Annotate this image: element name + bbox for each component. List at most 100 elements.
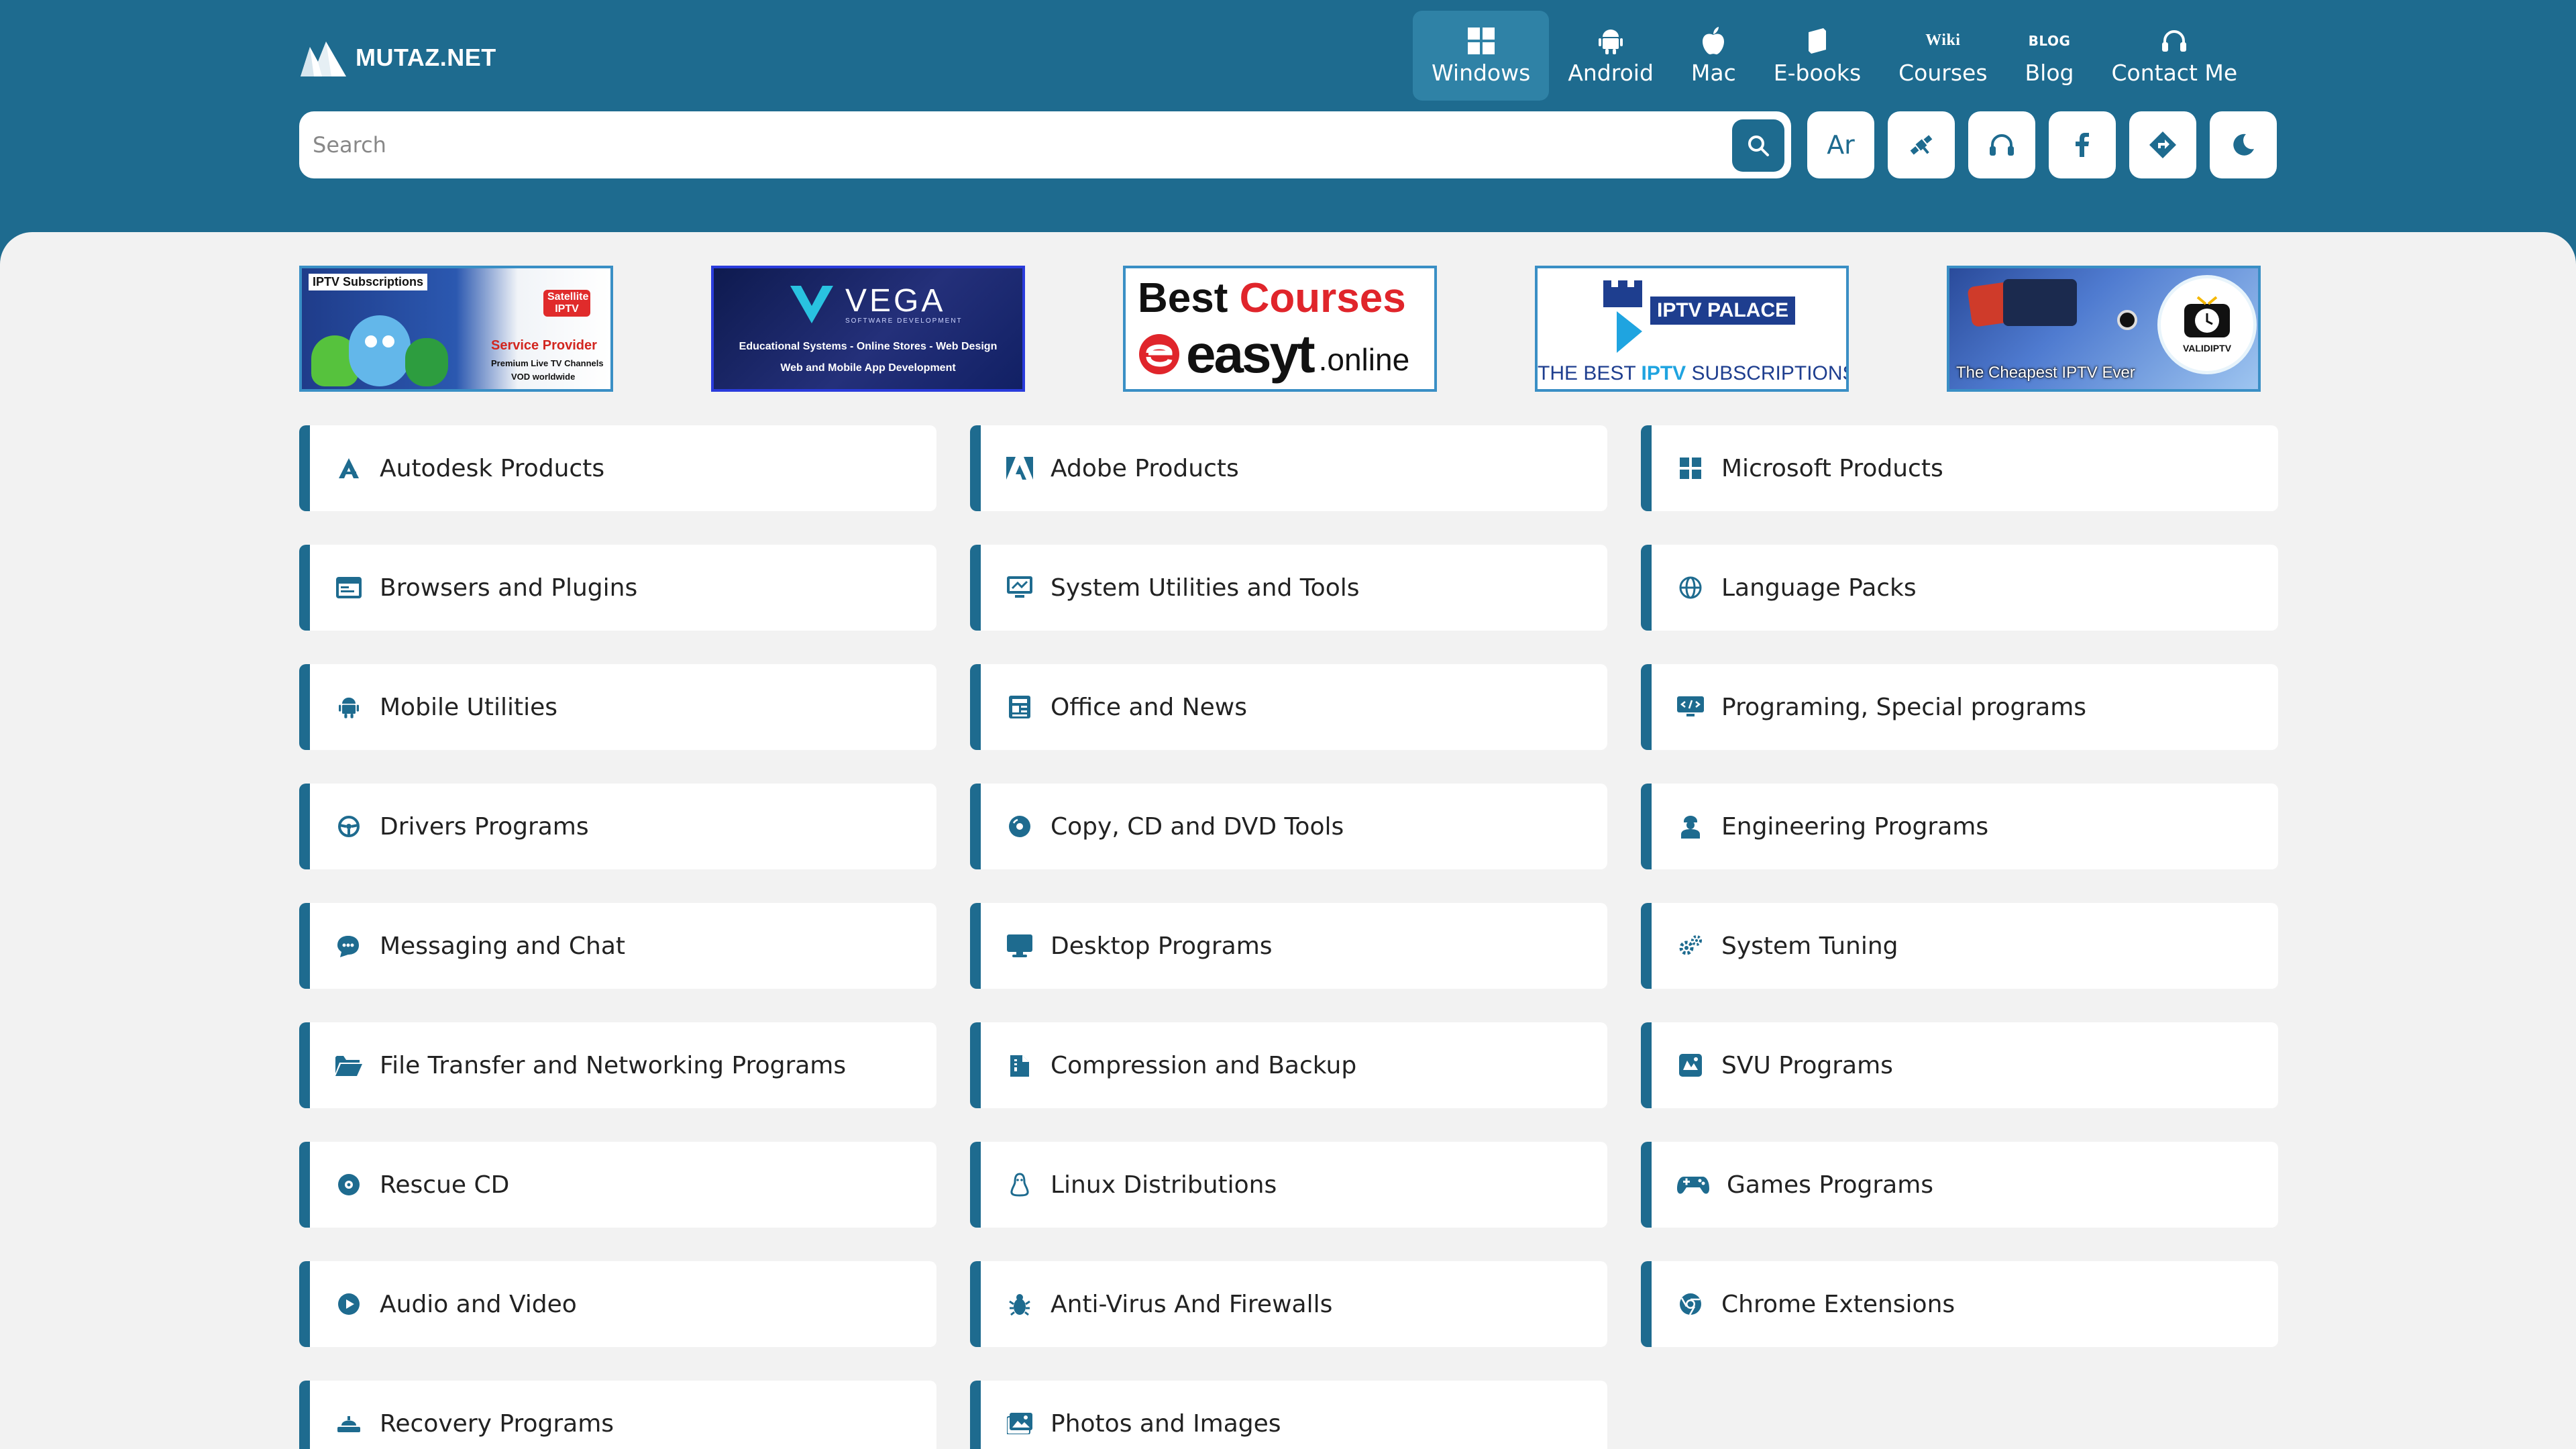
search-button[interactable] [1732,119,1784,172]
category-label: Copy, CD and DVD Tools [1051,812,1344,841]
search-input[interactable] [313,132,1654,158]
easyt-courses: Courses [1239,275,1406,321]
banner-headline: Service Provider [491,338,597,353]
iptv-palace-logo: IPTV PALACE [1598,278,1796,357]
category-label: System Utilities and Tools [1051,574,1360,602]
monitor-tools-icon [1006,574,1033,601]
category-microsoft-products[interactable]: Microsoft Products [1641,425,2278,511]
category-label: Desktop Programs [1051,932,1273,960]
vega-logo-icon [790,286,833,323]
nav-courses[interactable]: Wiki Courses [1880,11,2006,101]
category-compression-and-backup[interactable]: Compression and Backup [970,1022,1607,1108]
category-label: Microsoft Products [1721,454,1943,482]
nav-label: E-books [1773,59,1862,86]
nav-label: Blog [2025,59,2074,86]
category-linux-distributions[interactable]: Linux Distributions [970,1142,1607,1228]
support-button[interactable] [1968,111,2035,178]
book-icon [1806,26,1829,56]
blog-icon: BLOG [2029,26,2071,56]
category-programing-special-programs[interactable]: Programing, Special programs [1641,664,2278,750]
main-nav: Windows Android Mac E-books Wiki Courses [1413,11,2256,101]
logo-mountain-icon [301,42,346,76]
facebook-button[interactable] [2049,111,2116,178]
compact-disc-icon [335,1171,362,1198]
wiki-icon-text: Wiki [1925,32,1961,49]
wiki-icon: Wiki [1925,26,1960,56]
header-actions: Ar [1807,111,2277,178]
category-chrome-extensions[interactable]: Chrome Extensions [1641,1261,2278,1347]
category-engineering-programs[interactable]: Engineering Programs [1641,784,2278,869]
nav-ebooks[interactable]: E-books [1755,11,1880,101]
category-rescue-cd[interactable]: Rescue CD [299,1142,936,1228]
category-label: Browsers and Plugins [380,574,638,602]
category-anti-virus-and-firewalls[interactable]: Anti-Virus And Firewalls [970,1261,1607,1347]
play-circle-icon [335,1291,362,1318]
language-label: Ar [1827,130,1855,160]
category-svu-programs[interactable]: SVU Programs [1641,1022,2278,1108]
windows-icon [1677,455,1704,482]
category-office-and-news[interactable]: Office and News [970,664,1607,750]
tv-clock-icon [2184,296,2230,337]
nav-android[interactable]: Android [1549,11,1672,101]
category-label: Linux Distributions [1051,1171,1277,1199]
category-browsers-and-plugins[interactable]: Browsers and Plugins [299,545,936,631]
tagline-iptv: IPTV [1641,362,1686,384]
category-label: Photos and Images [1051,1409,1281,1438]
directions-button[interactable] [2129,111,2196,178]
category-audio-and-video[interactable]: Audio and Video [299,1261,936,1347]
circuit-background [1963,276,2137,357]
android-icon [335,694,362,720]
category-system-utilities-and-tools[interactable]: System Utilities and Tools [970,545,1607,631]
banner-badge: Satellite IPTV [543,290,590,317]
recovery-icon [335,1410,362,1437]
easyt-logo-text: easyt [1186,324,1316,384]
disc-icon [1006,813,1033,840]
category-messaging-and-chat[interactable]: Messaging and Chat [299,903,936,989]
banner-sub: Premium Live TV Channels [491,358,604,368]
category-drivers-programs[interactable]: Drivers Programs [299,784,936,869]
validiptv-banner[interactable]: VALIDIPTV The Cheapest IPTV Ever [1947,266,2261,392]
category-system-tuning[interactable]: System Tuning [1641,903,2278,989]
validiptv-badge: VALIDIPTV [2157,275,2257,374]
category-autodesk-products[interactable]: Autodesk Products [299,425,936,511]
nav-mac[interactable]: Mac [1672,11,1755,101]
vega-brand: VEGA [845,282,946,319]
category-adobe-products[interactable]: Adobe Products [970,425,1607,511]
category-language-packs[interactable]: Language Packs [1641,545,2278,631]
easyt-headline: Best Courses [1138,276,1406,321]
nav-label: Courses [1898,59,1988,86]
category-desktop-programs[interactable]: Desktop Programs [970,903,1607,989]
category-label: Chrome Extensions [1721,1290,1955,1318]
iptv-palace-brand: IPTV PALACE [1650,297,1796,325]
category-label: Autodesk Products [380,454,605,482]
easyt-best: Best [1138,275,1228,321]
search-bar [299,111,1791,178]
category-photos-and-images[interactable]: Photos and Images [970,1381,1607,1449]
nav-windows[interactable]: Windows [1413,11,1550,101]
category-games-programs[interactable]: Games Programs [1641,1142,2278,1228]
category-copy-cd-dvd-tools[interactable]: Copy, CD and DVD Tools [970,784,1607,869]
vega-banner[interactable]: VEGA SOFTWARE DEVELOPMENT Educational Sy… [711,266,1025,392]
satellite-button[interactable] [1888,111,1955,178]
castle-play-icon [1603,280,1642,353]
iptv-palace-banner[interactable]: IPTV PALACE THE BEST IPTV SUBSCRIPTIONS [1535,266,1849,392]
vega-line-2: Web and Mobile App Development [780,362,956,374]
nav-contact[interactable]: Contact Me [2093,11,2257,101]
steering-wheel-icon [335,813,362,840]
category-label: Recovery Programs [380,1409,614,1438]
logo-text: MUTAZ.NET [356,44,496,71]
category-file-transfer-networking[interactable]: File Transfer and Networking Programs [299,1022,936,1108]
category-label: Messaging and Chat [380,932,626,960]
validiptv-caption: The Cheapest IPTV Ever [1956,364,2135,382]
adobe-icon [1006,455,1033,482]
category-mobile-utilities[interactable]: Mobile Utilities [299,664,936,750]
easyt-banner[interactable]: Best Courses easyt .online [1123,266,1437,392]
arabic-language-button[interactable]: Ar [1807,111,1874,178]
site-logo[interactable]: MUTAZ.NET [299,38,496,78]
dark-mode-button[interactable] [2210,111,2277,178]
validiptv-badge-text: VALIDIPTV [2182,343,2232,354]
iptv-subscriptions-banner[interactable]: IPTV Subscriptions Satellite IPTV Servic… [299,266,613,392]
nav-blog[interactable]: BLOG Blog [2006,11,2093,101]
category-recovery-programs[interactable]: Recovery Programs [299,1381,936,1449]
code-monitor-icon [1677,694,1704,720]
